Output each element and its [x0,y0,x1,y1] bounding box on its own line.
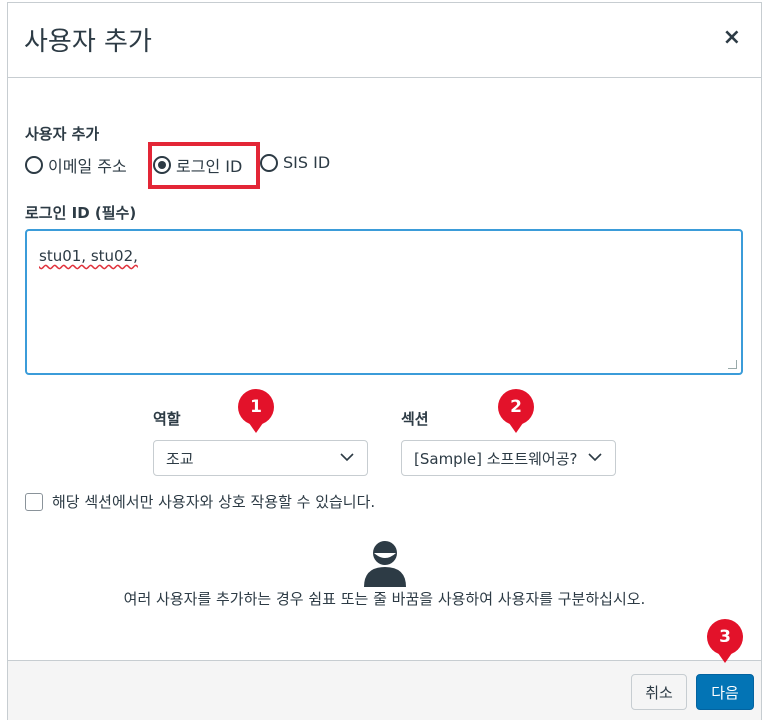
radio-circle-icon[interactable] [25,156,43,174]
badge-pointer-icon [509,423,523,433]
add-user-dialog: 사용자 추가 × 사용자 추가 이메일 주소 로그인 ID SIS ID 로그인… [7,2,762,720]
cancel-button[interactable]: 취소 [631,674,687,710]
chevron-down-icon [588,453,602,462]
role-selected-value: 조교 [166,449,194,468]
radio-email-label: 이메일 주소 [48,157,127,176]
step-badge-3: 3 [707,619,743,655]
radio-email[interactable]: 이메일 주소 [25,153,127,177]
section-label: 섹션 [401,410,429,428]
add-by-label: 사용자 추가 [25,125,100,143]
dialog-header: 사용자 추가 × [8,3,761,78]
close-icon[interactable]: × [723,25,741,50]
login-id-textarea[interactable]: stu01, stu02, [25,229,743,375]
step-badge-2: 2 [498,389,534,425]
badge-pointer-icon [718,653,732,663]
login-id-value: stu01, stu02, [39,247,138,265]
role-label: 역할 [153,410,181,428]
badge-pointer-icon [249,423,263,433]
restrict-section-label: 해당 섹션에서만 사용자와 상호 작용할 수 있습니다. [52,493,376,511]
highlight-box [148,142,260,189]
section-select[interactable]: [Sample] 소프트웨어공? [401,440,616,476]
user-avatar-icon [364,541,406,587]
radio-circle-icon[interactable] [260,153,278,172]
section-selected-value: [Sample] 소프트웨어공? [414,449,578,468]
radio-sis-id[interactable]: SIS ID [260,153,330,172]
step-badge-1: 1 [238,389,274,425]
resize-handle-icon[interactable] [728,360,737,369]
chevron-down-icon [340,453,354,462]
role-select[interactable]: 조교 [153,440,368,476]
next-button[interactable]: 다음 [696,674,754,710]
login-id-label: 로그인 ID (필수) [25,204,137,222]
radio-sis-id-label: SIS ID [283,153,331,172]
dialog-title: 사용자 추가 [24,27,152,57]
restrict-section-checkbox[interactable] [25,492,43,511]
dialog-footer: 취소 다음 [8,660,761,720]
hint-text: 여러 사용자를 추가하는 경우 쉼표 또는 줄 바꿈을 사용하여 사용자를 구분… [123,590,646,608]
restrict-section-option[interactable]: 해당 섹션에서만 사용자와 상호 작용할 수 있습니다. [25,491,375,512]
